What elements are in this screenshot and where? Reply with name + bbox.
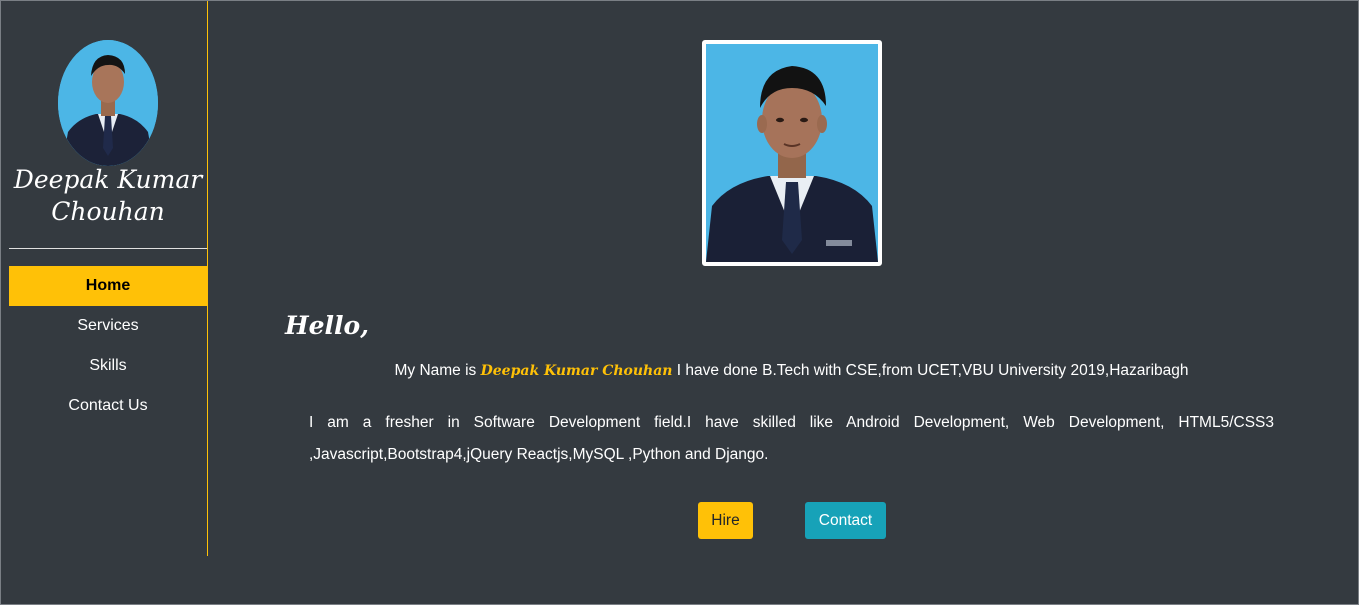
avatar (58, 40, 158, 166)
nav-item-contact-us[interactable]: Contact Us (9, 386, 207, 426)
profile-photo (706, 44, 878, 262)
profile-photo-frame (702, 40, 882, 266)
contact-button[interactable]: Contact (805, 502, 886, 539)
intro-text: My Name is Deepak Kumar Chouhan I have d… (309, 360, 1274, 382)
hire-button[interactable]: Hire (698, 502, 753, 539)
sidebar-name: Deepak Kumar Chouhan (9, 164, 207, 228)
portfolio-page: Deepak Kumar Chouhan Home Services Skill… (0, 0, 1359, 605)
greeting-heading: Hello, (285, 311, 369, 340)
sidebar-nav: Home Services Skills Contact Us (9, 266, 207, 426)
sidebar-divider (9, 248, 207, 249)
avatar-photo (58, 40, 158, 166)
intro-name-highlight: Deepak Kumar Chouhan (480, 363, 673, 379)
nav-item-home[interactable]: Home (9, 266, 207, 306)
nav-item-skills[interactable]: Skills (9, 346, 207, 386)
sidebar: Deepak Kumar Chouhan Home Services Skill… (9, 1, 208, 556)
nav-item-services[interactable]: Services (9, 306, 207, 346)
intro-prefix: My Name is (394, 362, 477, 379)
intro-suffix: I have done B.Tech with CSE,from UCET,VB… (676, 362, 1189, 379)
profile-photo-image (706, 44, 878, 262)
about-paragraph: I am a fresher in Software Development f… (309, 414, 1274, 463)
sidebar-name-line2: Chouhan (51, 197, 165, 226)
sidebar-name-line1: Deepak Kumar (13, 165, 203, 194)
